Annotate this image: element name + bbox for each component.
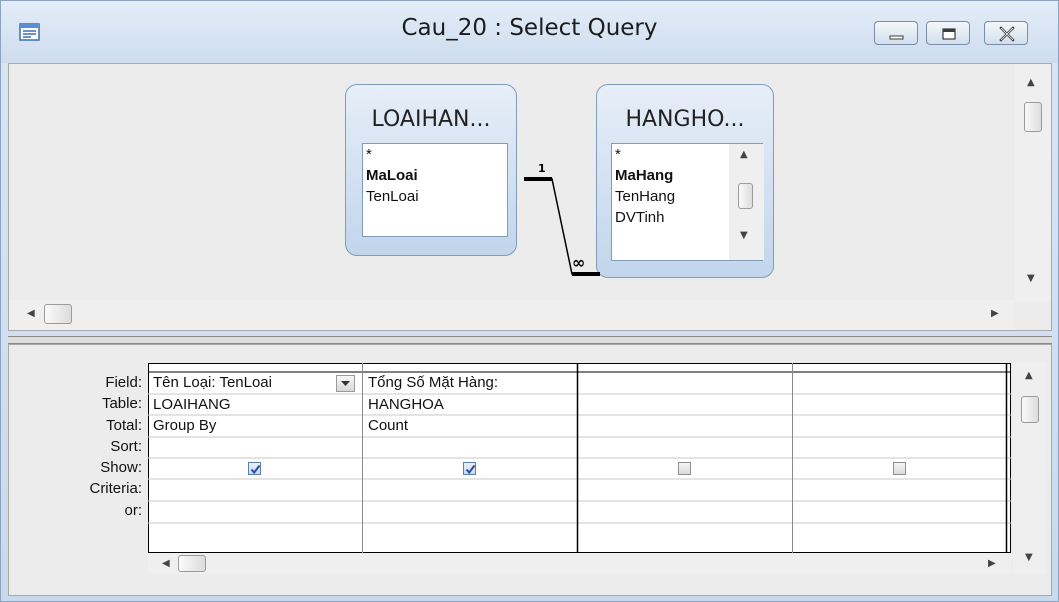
query-window: Cau_20 : Select Query LOAIHAN... * MaLoa… (0, 0, 1059, 602)
scroll-down-arrow-icon[interactable]: ▼ (740, 231, 748, 241)
query-grid-pane: Field: Table: Total: Sort: Show: Criteri… (8, 344, 1052, 596)
table-cell[interactable]: LOAIHANG (150, 395, 360, 415)
checkmark-icon (465, 464, 476, 475)
table-title: LOAIHAN... (371, 107, 491, 132)
field-dropdown-button[interactable] (336, 375, 355, 392)
field-item-key[interactable]: MaLoai (363, 165, 507, 186)
relationship-line[interactable]: 1 ∞ (514, 164, 600, 284)
row-label-criteria: Criteria: (89, 480, 142, 497)
checkmark-icon (250, 464, 261, 475)
chevron-down-icon (341, 381, 350, 386)
scroll-down-arrow-icon[interactable]: ▼ (1025, 553, 1033, 563)
close-button[interactable] (984, 21, 1028, 45)
minimize-icon (889, 35, 904, 40)
grid-horizontal-scrollbar[interactable]: ◀ ▶ (148, 553, 1011, 574)
row-label-or: or: (124, 502, 142, 519)
design-vertical-scrollbar[interactable]: ▲ ▼ (1015, 64, 1051, 302)
table-loaihang[interactable]: LOAIHAN... * MaLoai TenLoai (345, 84, 517, 256)
scroll-down-arrow-icon[interactable]: ▼ (1027, 274, 1035, 284)
scroll-right-arrow-icon[interactable]: ▶ (991, 309, 999, 319)
row-label-field: Field: (105, 374, 142, 391)
row-label-total: Total: (106, 417, 142, 434)
show-checkbox[interactable] (678, 462, 691, 475)
grid-vertical-scrollbar[interactable]: ▲ ▼ (1013, 363, 1047, 574)
scroll-up-arrow-icon[interactable]: ▲ (740, 150, 748, 160)
restore-icon (942, 28, 956, 40)
title-bar[interactable]: Cau_20 : Select Query (1, 1, 1058, 63)
field-cell[interactable]: Tên Loại: TenLoai (150, 373, 338, 393)
pane-splitter[interactable] (8, 336, 1052, 344)
one-side-label: 1 (538, 164, 546, 175)
row-label-show: Show: (100, 459, 142, 476)
table-hanghoa[interactable]: HANGHO... * MaHang TenHang DVTinh ▲ ▼ (596, 84, 774, 278)
scroll-thumb[interactable] (738, 183, 753, 209)
table-title: HANGHO... (625, 107, 745, 132)
field-list[interactable]: * MaHang TenHang DVTinh ▲ ▼ (611, 143, 764, 261)
show-checkbox[interactable] (248, 462, 261, 475)
restore-button[interactable] (926, 21, 970, 45)
scroll-thumb[interactable] (44, 304, 72, 324)
scroll-left-arrow-icon[interactable]: ◀ (27, 309, 35, 319)
field-cell[interactable]: Tổng Số Mặt Hàng: (365, 373, 575, 393)
scroll-up-arrow-icon[interactable]: ▲ (1027, 78, 1035, 88)
table-cell[interactable]: HANGHOA (365, 395, 575, 415)
field-item[interactable]: * (363, 144, 507, 165)
scroll-thumb[interactable] (1024, 102, 1042, 132)
table-design-pane: LOAIHAN... * MaLoai TenLoai HANGHO... * … (8, 63, 1052, 331)
scroll-left-arrow-icon[interactable]: ◀ (162, 559, 170, 569)
many-side-label: ∞ (572, 253, 585, 272)
field-item[interactable]: TenLoai (363, 186, 507, 207)
field-list-scrollbar[interactable]: ▲ ▼ (729, 144, 764, 260)
row-label-table: Table: (101, 395, 142, 412)
scroll-thumb[interactable] (178, 555, 206, 572)
scroll-thumb[interactable] (1021, 396, 1039, 423)
design-grid[interactable]: Tên Loại: TenLoai LOAIHANG Group By Tổng… (148, 363, 1011, 574)
scroll-right-arrow-icon[interactable]: ▶ (988, 559, 996, 569)
design-horizontal-scrollbar[interactable]: ◀ ▶ (9, 300, 1015, 330)
minimize-button[interactable] (874, 21, 918, 45)
show-checkbox[interactable] (463, 462, 476, 475)
design-canvas[interactable]: LOAIHAN... * MaLoai TenLoai HANGHO... * … (9, 64, 1021, 294)
total-cell[interactable]: Group By (150, 416, 360, 436)
scroll-up-arrow-icon[interactable]: ▲ (1025, 371, 1033, 381)
row-label-sort: Sort: (110, 438, 142, 455)
close-icon (999, 26, 1015, 42)
show-checkbox[interactable] (893, 462, 906, 475)
field-list[interactable]: * MaLoai TenLoai (362, 143, 508, 237)
total-cell[interactable]: Count (365, 416, 575, 436)
